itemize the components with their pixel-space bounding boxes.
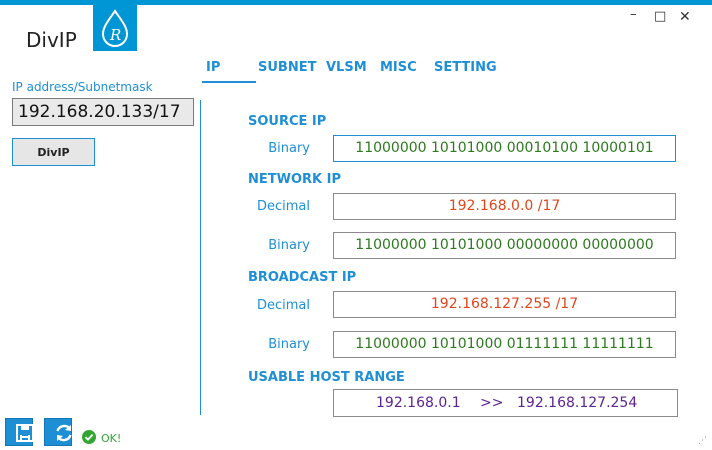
app-title: DivIP [26,28,77,52]
source-binary-value[interactable]: 11000000 10101000 00010100 10000101 [333,135,676,162]
status-text: OK! [101,432,122,445]
active-tab-indicator [202,81,256,83]
broadcast-decimal-label: Decimal [256,298,310,313]
network-binary-label: Binary [268,238,310,253]
sidebar-divider [200,100,201,415]
network-binary-value[interactable]: 11000000 10101000 00000000 00000000 [333,232,676,259]
broadcast-binary-label: Binary [268,337,310,352]
refresh-button[interactable] [44,418,72,446]
tab-misc[interactable]: MISC [380,60,417,75]
save-button[interactable] [5,418,34,446]
host-range-end: 192.168.127.254 [517,395,638,411]
network-decimal-value[interactable]: 192.168.0.0 /17 [333,193,676,220]
broadcast-decimal-value[interactable]: 192.168.127.255 /17 [333,291,676,318]
maximize-button[interactable]: □ [654,9,666,24]
check-circle-icon [82,430,96,444]
ip-address-input[interactable] [12,98,194,126]
minimize-button[interactable]: – [630,7,637,22]
app-logo-icon: R [93,5,137,51]
source-binary-label: Binary [268,141,310,156]
host-range-separator: >> [480,395,504,411]
ip-input-label: IP address/Subnetmask [12,80,153,94]
tab-subnet[interactable]: SUBNET [258,60,316,75]
source-ip-heading: SOURCE IP [248,114,327,129]
tab-ip[interactable]: IP [206,60,220,75]
host-range-start: 192.168.0.1 [376,395,461,411]
tab-vlsm[interactable]: VLSM [326,60,367,75]
network-decimal-label: Decimal [256,199,310,214]
broadcast-ip-heading: BROADCAST IP [248,270,357,285]
network-ip-heading: NETWORK IP [248,172,341,187]
host-range-value[interactable]: 192.168.0.1 >> 192.168.127.254 [333,389,678,417]
tab-setting[interactable]: SETTING [434,60,497,75]
divip-button[interactable]: DivIP [12,138,95,166]
resize-grip-icon[interactable]: ⋰ [698,436,707,446]
close-button[interactable]: ✕ [679,9,691,25]
refresh-icon [56,424,72,442]
host-range-heading: USABLE HOST RANGE [248,370,405,385]
svg-text:R: R [109,26,121,44]
save-icon [16,424,34,442]
broadcast-binary-value[interactable]: 11000000 10101000 01111111 11111111 [333,331,676,358]
